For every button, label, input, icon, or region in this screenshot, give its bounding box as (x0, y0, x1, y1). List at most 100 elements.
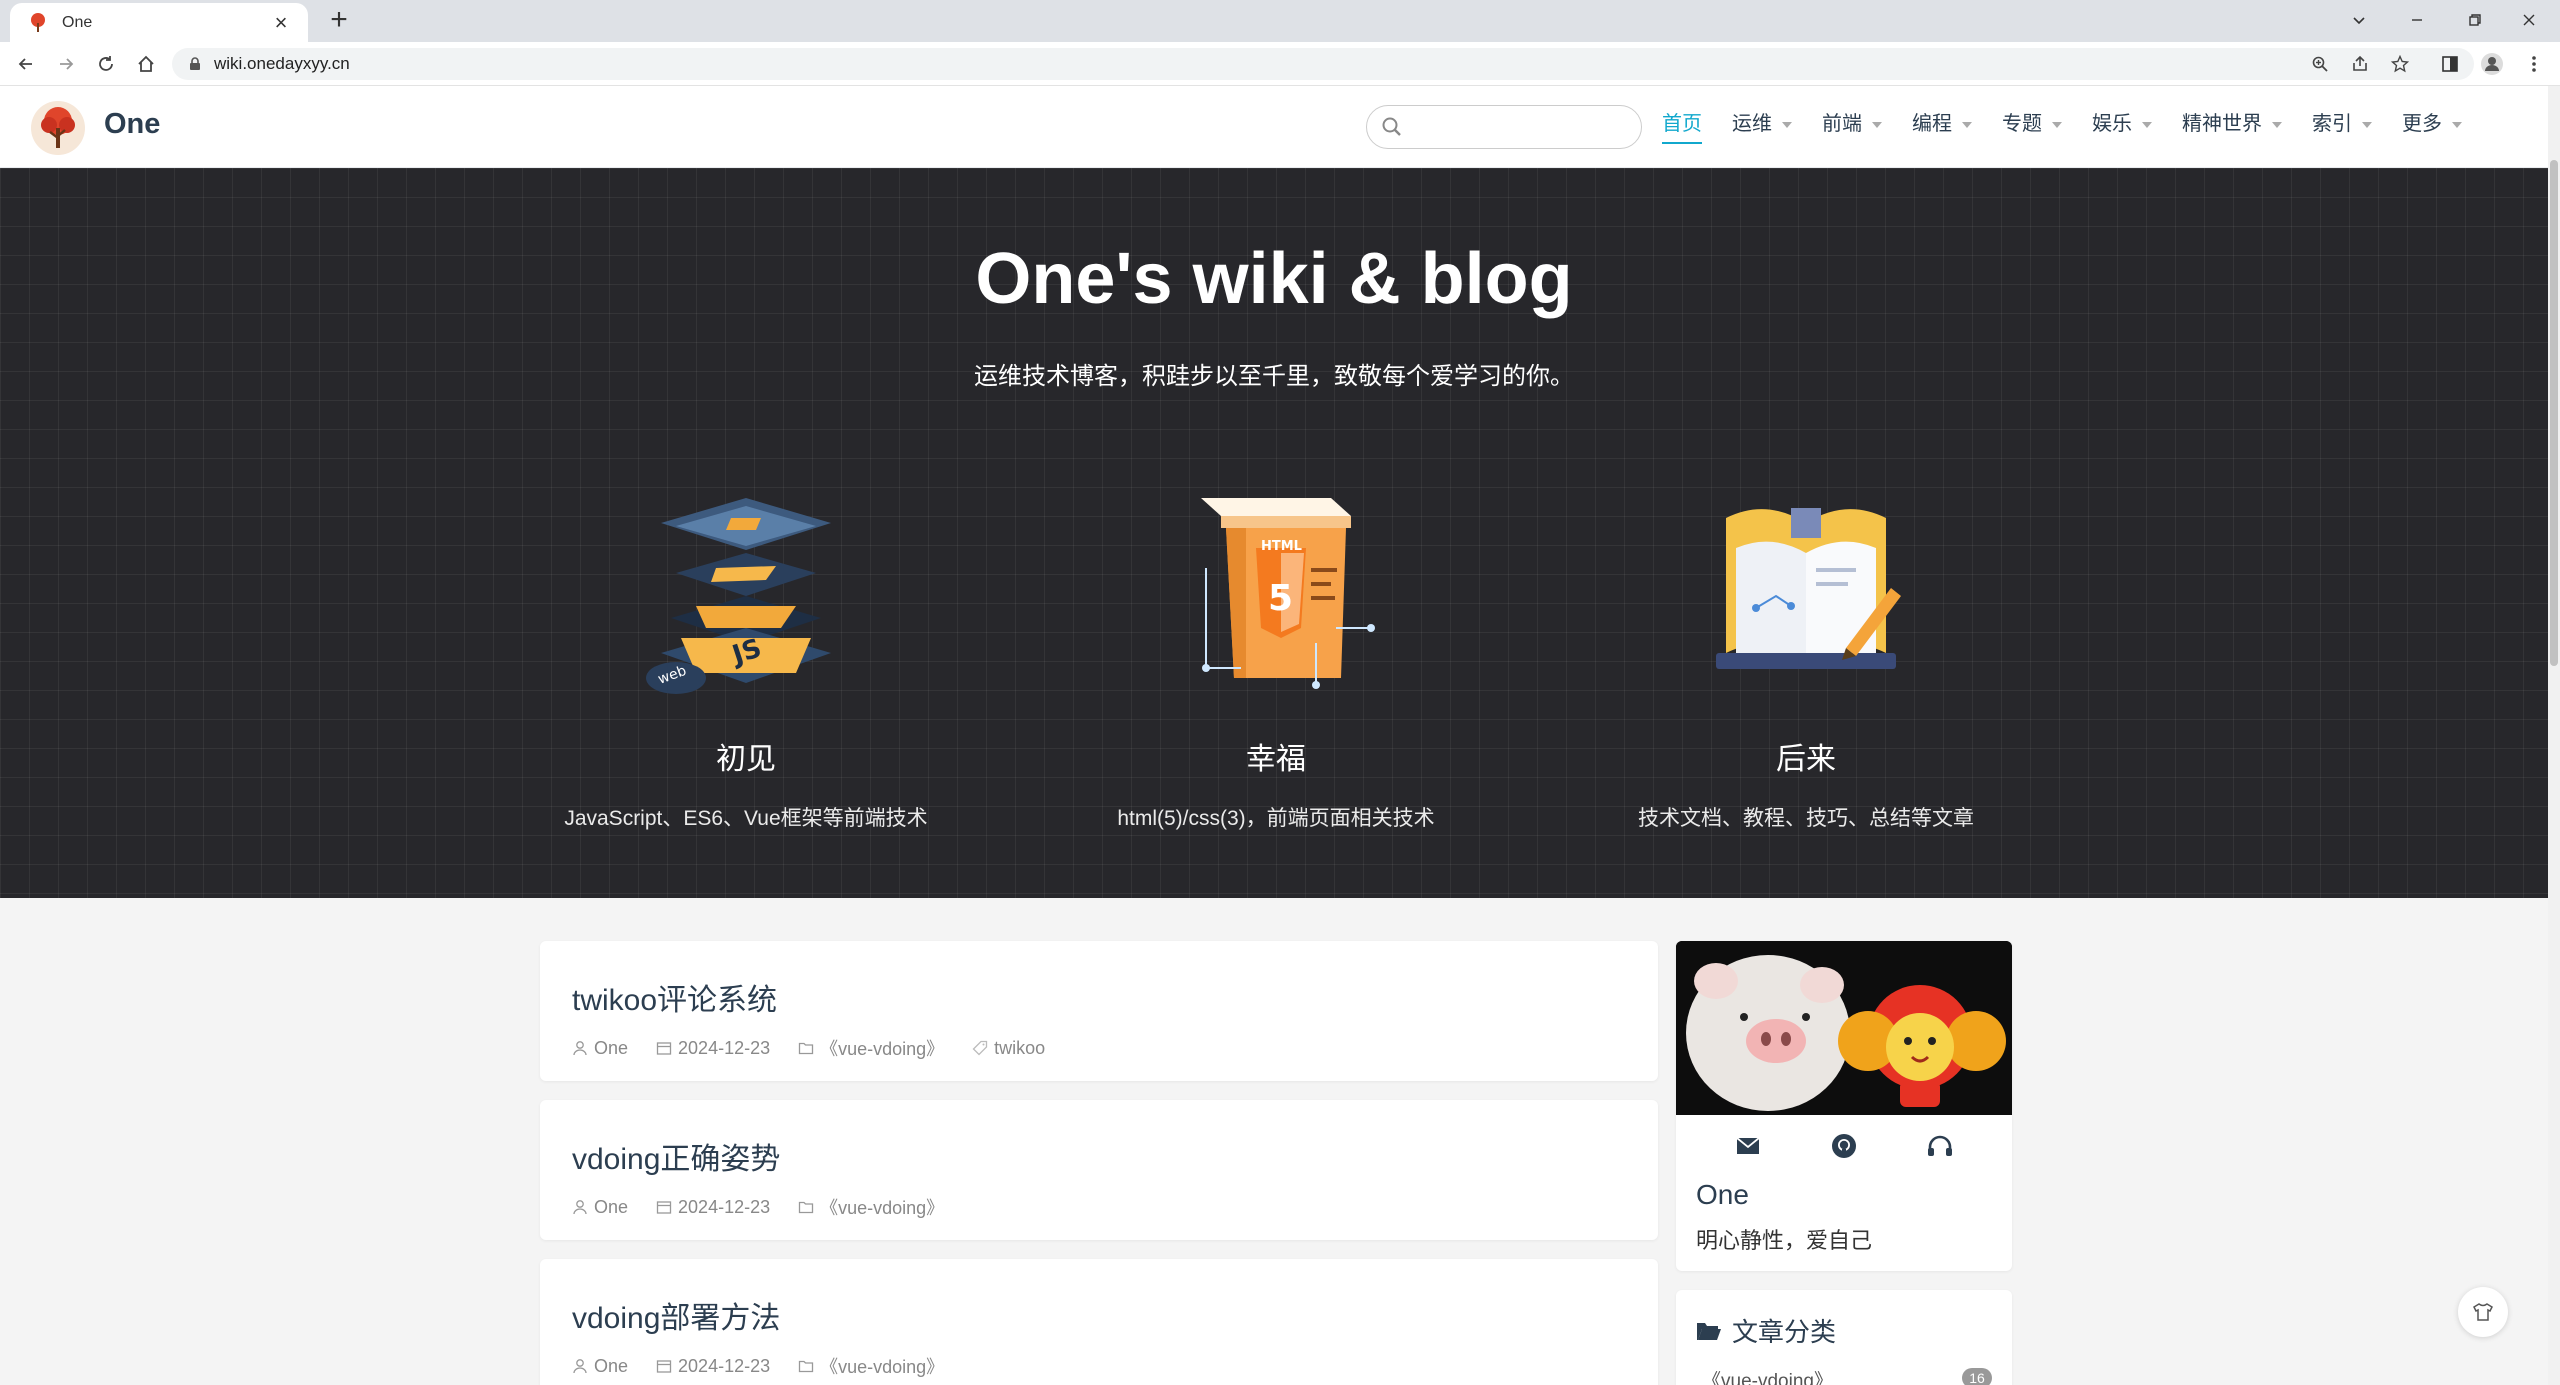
post-tag-text: twikoo (994, 1037, 1046, 1058)
post-author-name: One (594, 1037, 629, 1058)
category-count-badge: 16 (1962, 1368, 1992, 1385)
post-author[interactable]: One (572, 1197, 628, 1218)
bookmark-star-icon[interactable] (2386, 50, 2414, 78)
browser-tab[interactable]: One × (10, 3, 308, 42)
home-icon[interactable] (130, 48, 162, 80)
reload-icon[interactable] (90, 48, 122, 80)
feature-title: 初见 (716, 743, 776, 776)
nav-item[interactable]: 精神世界 (2182, 112, 2282, 152)
post-tag[interactable]: twikoo (972, 1038, 1045, 1059)
post-meta: One 2024-12-23 《vue-vdoing》 twikoo (572, 1035, 1073, 1061)
post-author-name: One (594, 1196, 629, 1217)
profile-bio: 明心静性，爱自己 (1696, 1228, 1873, 1253)
folder-icon (798, 1042, 814, 1055)
nav-item[interactable]: 运维 (1732, 112, 1792, 152)
menu-kebab-icon[interactable] (2520, 50, 2548, 78)
folder-icon (798, 1201, 814, 1214)
post-date-text: 2024-12-23 (678, 1196, 771, 1217)
nav-item-label: 运维 (1732, 113, 1772, 135)
url-text: wiki.onedayxyy.cn (214, 54, 350, 73)
nav-item[interactable]: 专题 (2002, 112, 2062, 152)
profile-card: One 明心静性，爱自己 (1676, 941, 2012, 1271)
share-icon[interactable] (2346, 50, 2374, 78)
svg-text:HTML: HTML (1261, 539, 1302, 554)
theme-toggle-button[interactable] (2458, 1287, 2508, 1337)
html5-panel-icon: HTML 5 (1201, 498, 1375, 689)
profile-icon[interactable] (2478, 50, 2506, 78)
zoom-icon[interactable] (2306, 50, 2334, 78)
back-icon[interactable] (10, 48, 42, 80)
feature-item[interactable]: 后来 技术文档、教程、技巧、总结等文章 (1566, 478, 2046, 832)
restore-icon[interactable] (2446, 0, 2504, 40)
nav-item[interactable]: 首页 (1662, 112, 1702, 152)
post-author[interactable]: One (572, 1038, 628, 1059)
calendar-icon (656, 1360, 672, 1373)
nav-menu: 首页 运维 前端 编程 专题 娱乐 精神世界 索引 更多 (1662, 112, 2492, 152)
search-box[interactable] (1366, 105, 1642, 149)
folder-open-icon (1697, 1322, 1721, 1340)
github-icon[interactable] (1829, 1131, 1859, 1161)
feature-item[interactable]: HTML 5 幸福 html(5)/css(3)，前端页面相关技术 (1036, 478, 1516, 832)
post-meta: One 2024-12-23 《vue-vdoing》 (572, 1194, 972, 1220)
post-title[interactable]: vdoing正确姿势 (572, 1134, 780, 1178)
close-window-icon[interactable] (2500, 0, 2558, 40)
nav-item-label: 索引 (2312, 113, 2352, 135)
dropdown-caret-icon (2272, 122, 2282, 128)
category-card: 文章分类 《vue-vdoing》 16 (1676, 1290, 2012, 1385)
post-author[interactable]: One (572, 1356, 628, 1377)
search-input[interactable] (1411, 114, 1631, 140)
svg-text:5: 5 (1268, 578, 1293, 619)
dropdown-caret-icon (1872, 122, 1882, 128)
nav-item[interactable]: 娱乐 (2092, 112, 2152, 152)
nav-item-label: 精神世界 (2182, 113, 2262, 135)
post-category-text: 《vue-vdoing》 (820, 1039, 945, 1059)
social-links (1676, 1131, 2012, 1161)
feature-item[interactable]: JS web 初见 JavaScript、ES6、Vue框架等前端技术 (506, 478, 986, 832)
nav-item-label: 编程 (1912, 113, 1952, 135)
tab-close-icon[interactable]: × (268, 10, 294, 36)
post-date: 2024-12-23 (656, 1038, 770, 1059)
headphones-icon[interactable] (1925, 1131, 1955, 1161)
nav-item[interactable]: 编程 (1912, 112, 1972, 152)
dropdown-caret-icon (2052, 122, 2062, 128)
nav-item[interactable]: 前端 (1822, 112, 1882, 152)
tag-icon (972, 1040, 988, 1056)
forward-icon[interactable] (50, 48, 82, 80)
post-category-text: 《vue-vdoing》 (820, 1198, 945, 1218)
post-title[interactable]: vdoing部署方法 (572, 1293, 780, 1337)
post-author-name: One (594, 1355, 629, 1376)
js-layers-icon: JS web (646, 498, 831, 694)
post-title[interactable]: twikoo评论系统 (572, 975, 777, 1019)
feature-title: 后来 (1776, 743, 1836, 776)
nav-item-label: 更多 (2402, 113, 2442, 135)
profile-name: One (1696, 1179, 1749, 1210)
post-category[interactable]: 《vue-vdoing》 (798, 1353, 944, 1379)
browser-tab-bar: One × + (0, 0, 2560, 42)
nav-item[interactable]: 索引 (2312, 112, 2372, 152)
new-tab-icon[interactable]: + (322, 4, 356, 38)
user-icon (573, 1041, 587, 1056)
email-icon[interactable] (1733, 1131, 1763, 1161)
post-date: 2024-12-23 (656, 1197, 770, 1218)
tab-search-icon[interactable] (2330, 0, 2388, 40)
category-item[interactable]: 《vue-vdoing》 (1702, 1366, 1833, 1385)
address-bar[interactable]: wiki.onedayxyy.cn (172, 48, 2474, 80)
page-scrollbar-thumb[interactable] (2550, 160, 2558, 666)
site-logo-icon[interactable] (30, 100, 86, 156)
post-card[interactable]: twikoo评论系统 One 2024-12-23 《vue-vdoing》 t… (540, 941, 1658, 1081)
nav-item-label: 娱乐 (2092, 113, 2132, 135)
nav-item[interactable]: 更多 (2402, 112, 2462, 152)
site-navbar: One 首页 运维 前端 编程 专题 娱乐 精神世界 索引 更多 (0, 86, 2548, 168)
nav-item-label: 前端 (1822, 113, 1862, 135)
post-card[interactable]: vdoing部署方法 One 2024-12-23 《vue-vdoing》 (540, 1259, 1658, 1385)
folder-icon (798, 1360, 814, 1373)
side-panel-icon[interactable] (2436, 50, 2464, 78)
post-category[interactable]: 《vue-vdoing》 (798, 1194, 944, 1220)
post-date: 2024-12-23 (656, 1356, 770, 1377)
minimize-icon[interactable] (2388, 0, 2446, 40)
site-name[interactable]: One (104, 108, 160, 141)
post-category[interactable]: 《vue-vdoing》 (798, 1035, 944, 1061)
feature-description: 技术文档、教程、技巧、总结等文章 (1638, 807, 1974, 830)
post-card[interactable]: vdoing正确姿势 One 2024-12-23 《vue-vdoing》 (540, 1100, 1658, 1240)
nav-item-label: 首页 (1662, 112, 1702, 144)
